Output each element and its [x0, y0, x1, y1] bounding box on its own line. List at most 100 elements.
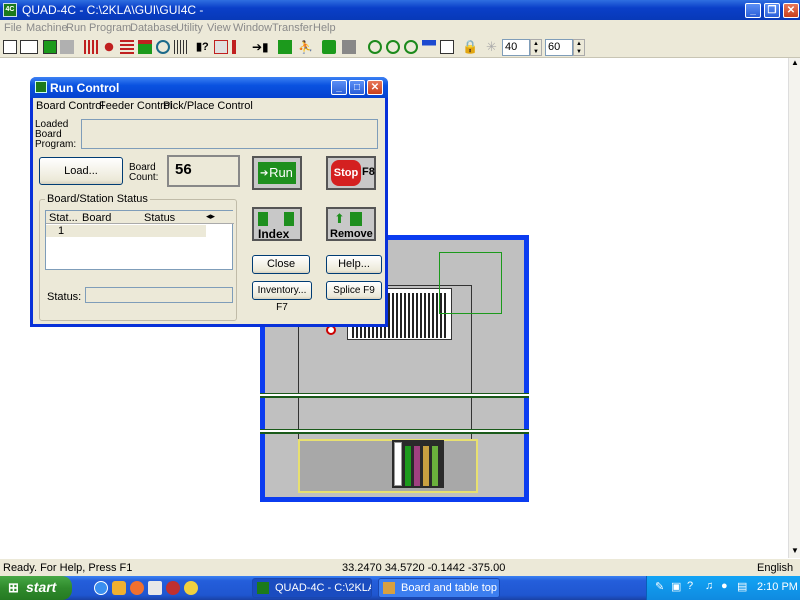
- inspect-icon[interactable]: [156, 40, 170, 54]
- splice-button[interactable]: Splice F9: [326, 281, 382, 300]
- close-button[interactable]: ✕: [783, 3, 799, 18]
- column-station[interactable]: Stat...: [49, 212, 78, 224]
- load-button[interactable]: Load...: [39, 157, 123, 185]
- close-dialog-button[interactable]: Close: [252, 255, 310, 274]
- column-board[interactable]: Board: [82, 212, 111, 224]
- tray-update-icon[interactable]: ●: [721, 580, 728, 592]
- tray-tool-icon[interactable]: ✎: [655, 580, 664, 593]
- column-scroll-arrows[interactable]: ◂▸: [206, 211, 215, 222]
- taskbar: ⊞ start QUAD-4C - C:\2KLA\... Board and …: [0, 576, 800, 600]
- inventory-button[interactable]: Inventory... F7: [252, 281, 312, 313]
- spin2-stepper[interactable]: ▲ ▼: [573, 39, 585, 56]
- board-icon[interactable]: [3, 40, 17, 54]
- menu-view[interactable]: View: [207, 22, 231, 34]
- board-count-value: 56: [167, 155, 240, 187]
- messenger-icon[interactable]: [184, 581, 198, 595]
- task-board-table[interactable]: Board and table top ...: [378, 578, 500, 598]
- dialog-title: Run Control: [50, 81, 120, 95]
- index-button[interactable]: Index: [252, 207, 302, 241]
- run-button[interactable]: Run ➔: [252, 156, 302, 190]
- menu-run[interactable]: Run: [66, 22, 86, 34]
- vacuum-icon[interactable]: [232, 40, 246, 54]
- scroll-down-icon[interactable]: ▼: [790, 546, 800, 558]
- folder-icon[interactable]: [112, 581, 126, 595]
- tray-volume-icon[interactable]: ♫: [705, 580, 713, 592]
- station-status-list[interactable]: Stat... Board Status ◂▸ 1: [45, 210, 234, 270]
- menu-help[interactable]: Help: [313, 22, 336, 34]
- index-right-icon: [284, 212, 294, 226]
- app-icon[interactable]: 4C: [3, 3, 17, 17]
- clock[interactable]: 2:10 PM: [757, 581, 798, 593]
- tray-monitor-icon[interactable]: ▤: [737, 580, 747, 593]
- start-label: start: [26, 579, 57, 595]
- menu-window[interactable]: Window: [233, 22, 272, 34]
- index-left-icon: [258, 212, 268, 226]
- task-quad4c[interactable]: QUAD-4C - C:\2KLA\...: [252, 578, 372, 598]
- green-square-icon[interactable]: [43, 40, 57, 54]
- column-status[interactable]: Status: [144, 212, 175, 224]
- windows-logo-icon: ⊞: [8, 580, 19, 595]
- window-icon[interactable]: [422, 40, 436, 54]
- index-icon[interactable]: [278, 40, 292, 54]
- vertical-scrollbar[interactable]: ▲ ▼: [788, 58, 800, 558]
- desktop-icon[interactable]: [148, 581, 162, 595]
- dialog-close-button[interactable]: ✕: [367, 80, 383, 95]
- copy-icon[interactable]: [440, 40, 454, 54]
- unload-icon[interactable]: [342, 40, 356, 54]
- table-row[interactable]: 1: [46, 225, 206, 237]
- help-button[interactable]: Help...: [326, 255, 382, 274]
- step-icon[interactable]: ➔▮: [252, 40, 269, 54]
- station-number: 1: [58, 225, 65, 237]
- scroll-up-icon[interactable]: ▲: [790, 58, 800, 70]
- query-icon[interactable]: ▮?: [196, 40, 210, 54]
- spin1-stepper[interactable]: ▲ ▼: [530, 39, 542, 56]
- dialog-title-bar: Run Control _ □ ✕: [30, 77, 388, 98]
- status-label: Status:: [47, 291, 82, 303]
- load-icon[interactable]: [322, 40, 336, 54]
- remove-button[interactable]: ⬆ Remove: [326, 207, 376, 241]
- chip-icon[interactable]: [102, 40, 116, 54]
- lock-icon[interactable]: 🔒: [462, 40, 478, 54]
- menu-program[interactable]: Program: [89, 22, 131, 34]
- menu-feeder-control[interactable]: Feeder Control: [99, 100, 172, 112]
- barcode-icon[interactable]: [174, 40, 188, 54]
- dual-board-icon[interactable]: [20, 40, 38, 54]
- restore-button[interactable]: ❐: [764, 3, 780, 18]
- ie-icon[interactable]: [94, 581, 108, 595]
- spin1-input[interactable]: 40: [502, 39, 530, 56]
- menu-database[interactable]: Database: [130, 22, 177, 34]
- status-field: [85, 287, 233, 303]
- zoom-out-icon[interactable]: [386, 40, 400, 54]
- zoom-in-icon[interactable]: [368, 40, 382, 54]
- stop-button[interactable]: Stop F8: [326, 156, 376, 190]
- station-list-header: Stat... Board Status ◂▸: [46, 211, 234, 224]
- gray-square-icon[interactable]: [60, 40, 74, 54]
- nozzle-icon[interactable]: [214, 40, 228, 54]
- media-icon[interactable]: [130, 581, 144, 595]
- arrow-right-icon: ➔: [260, 168, 269, 179]
- table-icon[interactable]: [138, 40, 152, 54]
- dialog-minimize-button[interactable]: _: [331, 80, 347, 95]
- arrow-up-icon: ⬆: [334, 211, 345, 226]
- menu-file[interactable]: File: [4, 22, 22, 34]
- feeder-icon[interactable]: [120, 40, 134, 54]
- zoom-fit-icon[interactable]: [404, 40, 418, 54]
- rail-top: [260, 393, 529, 398]
- app-launch-icon[interactable]: [166, 581, 180, 595]
- minimize-button[interactable]: _: [745, 3, 761, 18]
- component-icon[interactable]: [84, 40, 98, 54]
- start-button[interactable]: ⊞ start: [0, 576, 72, 600]
- menu-utility[interactable]: Utility: [176, 22, 203, 34]
- menu-board-control[interactable]: Board Control: [36, 100, 104, 112]
- menu-pick-place-control[interactable]: Pick/Place Control: [163, 100, 253, 112]
- dialog-maximize-button[interactable]: □: [349, 80, 365, 95]
- system-tray: ✎ ▣ ? ♫ ● ▤ 2:10 PM: [646, 576, 800, 600]
- menu-machine[interactable]: Machine: [26, 22, 68, 34]
- stop-key-label: F8: [362, 166, 375, 178]
- spin2-input[interactable]: 60: [545, 39, 573, 56]
- tray-help-icon[interactable]: ?: [687, 580, 693, 592]
- tray-network-icon[interactable]: ▣: [671, 580, 681, 593]
- person-icon[interactable]: ⛹: [298, 40, 313, 54]
- app-title-bar: 4C QUAD-4C - C:\2KLA\GUI\GUI4C - _ ❐ ✕: [0, 0, 800, 20]
- menu-transfer[interactable]: Transfer: [272, 22, 313, 34]
